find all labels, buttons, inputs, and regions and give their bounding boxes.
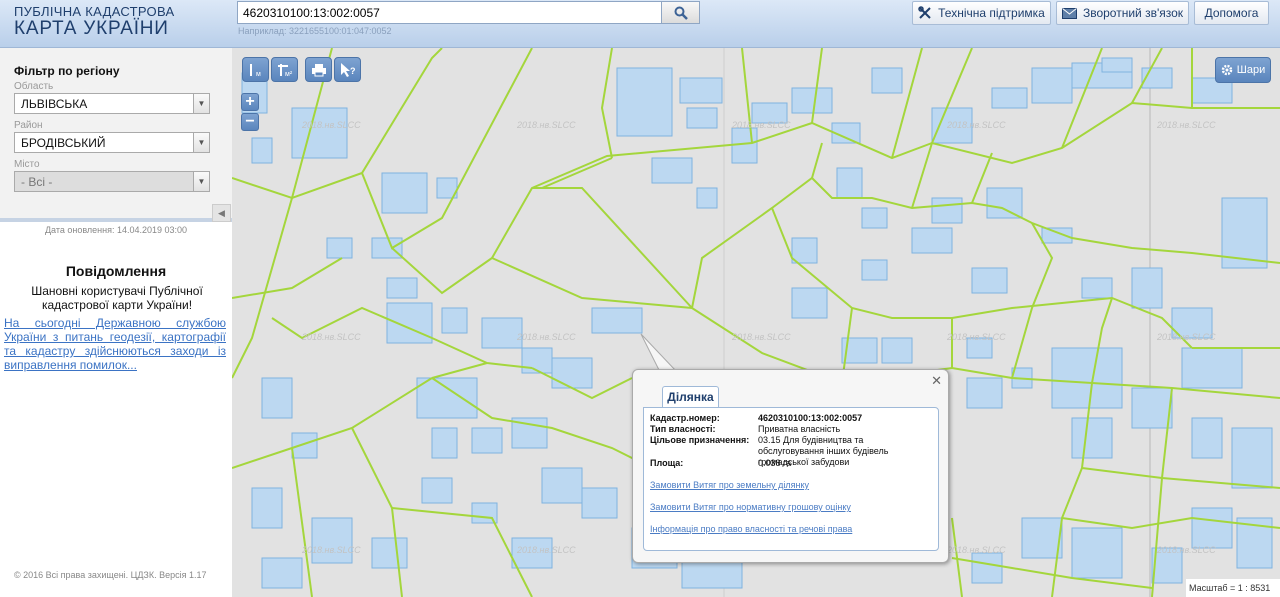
close-icon[interactable]: ✕ bbox=[931, 373, 942, 389]
ownership-rights-info-link[interactable]: Інформація про право власності та речові… bbox=[650, 524, 852, 534]
watermark-text: 2018.нв.SLCC bbox=[946, 545, 1006, 555]
ownership-value: Приватна власність bbox=[758, 424, 841, 434]
cadastral-value: 4620310100:13:002:0057 bbox=[758, 413, 863, 423]
watermark-text: 2018.нв.SLCC bbox=[731, 120, 791, 130]
tech-support-label: Технічна підтримка bbox=[938, 6, 1045, 20]
rayon-value: БРОДІВСЬКИЙ bbox=[21, 136, 106, 150]
cursor-question-icon: ? bbox=[340, 62, 356, 77]
filter-title: Фільтр по регіону bbox=[14, 64, 120, 78]
identify-button[interactable]: ? bbox=[334, 57, 361, 82]
parcel-info-content: Кадастр.номер: 4620310100:13:002:0057 Ти… bbox=[643, 407, 939, 551]
watermark-text: 2018.нв.SLCC bbox=[946, 332, 1006, 342]
sidebar: Фільтр по регіону Область ЛЬВІВСЬКА ▼ Ра… bbox=[0, 48, 232, 597]
svg-text:?: ? bbox=[350, 66, 356, 76]
watermark-text: 2018.нв.SLCC bbox=[1156, 120, 1216, 130]
chevron-down-icon: ▼ bbox=[193, 133, 209, 152]
gear-icon bbox=[1221, 64, 1233, 76]
tab-parcel[interactable]: Ділянка bbox=[662, 386, 719, 407]
oblast-label: Область bbox=[14, 81, 54, 92]
feedback-button[interactable]: Зворотний зв'язок bbox=[1056, 1, 1189, 25]
printer-icon bbox=[311, 63, 326, 76]
layers-label: Шари bbox=[1236, 64, 1266, 76]
order-parcel-extract-link[interactable]: Замовити Витяг про земельну ділянку bbox=[650, 480, 809, 490]
order-valuation-extract-link[interactable]: Замовити Витяг про нормативну грошову оц… bbox=[650, 502, 851, 512]
watermark-text: 2018.нв.SLCC bbox=[301, 545, 361, 555]
print-button[interactable] bbox=[305, 57, 332, 82]
ruler-icon: м bbox=[249, 63, 261, 78]
help-button[interactable]: Допомога bbox=[1194, 1, 1269, 25]
watermark-text: 2018.нв.SLCC bbox=[1156, 332, 1216, 342]
logo-line-2: КАРТА УКРАЇНИ bbox=[14, 18, 169, 39]
update-date: Дата оновлення: 14.04.2019 03:00 bbox=[44, 225, 188, 235]
svg-text:м: м bbox=[256, 71, 261, 78]
message-title: Повідомлення bbox=[65, 263, 167, 279]
area-ruler-icon: м² bbox=[277, 63, 293, 78]
chevron-down-icon: ▼ bbox=[193, 172, 209, 191]
zoom-in-button[interactable]: + bbox=[241, 93, 259, 111]
envelope-icon bbox=[1061, 7, 1077, 19]
watermark-text: 2018.нв.SLCC bbox=[301, 332, 361, 342]
logo-line-1: ПУБЛІЧНА КАДАСТРОВА bbox=[14, 4, 175, 19]
city-value: - Всі - bbox=[21, 175, 53, 189]
help-label: Допомога bbox=[1204, 6, 1259, 20]
search-button[interactable] bbox=[661, 1, 700, 24]
zoom-out-button[interactable]: − bbox=[241, 113, 259, 131]
message-link[interactable]: На сьогодні Державною службою України з … bbox=[4, 316, 226, 372]
rayon-label: Район bbox=[14, 120, 43, 131]
map-scale: Масштаб = 1 : 8531 bbox=[1186, 579, 1280, 597]
header: ПУБЛІЧНА КАДАСТРОВА КАРТА УКРАЇНИ Наприк… bbox=[0, 0, 1280, 48]
watermark-text: 2018.нв.SLCC bbox=[1156, 545, 1216, 555]
logo[interactable]: ПУБЛІЧНА КАДАСТРОВА КАРТА УКРАЇНИ bbox=[14, 4, 174, 40]
watermark-text: 2018.нв.SLCC bbox=[516, 120, 576, 130]
watermark-text: 2018.нв.SLCC bbox=[516, 332, 576, 342]
oblast-value: ЛЬВІВСЬКА bbox=[21, 97, 88, 111]
copyright: © 2016 Всі права захищені. ЦДЗК. Версія … bbox=[14, 570, 207, 580]
layers-button[interactable]: Шари bbox=[1215, 57, 1271, 83]
tech-support-button[interactable]: Технічна підтримка bbox=[912, 1, 1051, 25]
oblast-select[interactable]: ЛЬВІВСЬКА ▼ bbox=[14, 93, 210, 114]
area-label: Площа: bbox=[650, 458, 684, 468]
watermark-text: 2018.нв.SLCC bbox=[946, 120, 1006, 130]
cadastral-search-input[interactable] bbox=[237, 1, 662, 24]
collapse-sidebar-button[interactable]: ◀ bbox=[212, 204, 231, 222]
rayon-select[interactable]: БРОДІВСЬКИЙ ▼ bbox=[14, 132, 210, 153]
purpose-label: Цільове призначення: bbox=[650, 435, 750, 445]
city-label: Місто bbox=[14, 159, 40, 170]
search-hint: Наприклад: 3221655100:01:047:0052 bbox=[238, 26, 392, 36]
ownership-label: Тип власності: bbox=[650, 424, 716, 434]
measure-area-button[interactable]: м² bbox=[271, 57, 298, 82]
map-view[interactable]: 2018.нв.SLCC 2018.нв.SLCC 2018.нв.SLCC 2… bbox=[232, 48, 1280, 597]
chevron-down-icon: ▼ bbox=[193, 94, 209, 113]
region-filter-panel: Фільтр по регіону Область ЛЬВІВСЬКА ▼ Ра… bbox=[0, 48, 232, 222]
feedback-label: Зворотний зв'язок bbox=[1082, 6, 1184, 20]
minus-icon: − bbox=[245, 113, 255, 130]
chevron-left-icon: ◀ bbox=[218, 207, 225, 218]
watermark-text: 2018.нв.SLCC bbox=[516, 545, 576, 555]
measure-distance-button[interactable]: м bbox=[242, 57, 269, 82]
search-icon bbox=[674, 6, 688, 20]
watermark-text: 2018.нв.SLCC bbox=[731, 332, 791, 342]
message-body: Шановні користувачі Публічної кадастрово… bbox=[31, 284, 203, 312]
city-select[interactable]: - Всі - ▼ bbox=[14, 171, 210, 192]
watermark-text: 2018.нв.SLCC bbox=[301, 120, 361, 130]
cadastral-label: Кадастр.номер: bbox=[650, 413, 720, 423]
area-value: 0.038 га bbox=[758, 458, 792, 468]
tools-icon bbox=[918, 6, 931, 19]
plus-icon: + bbox=[245, 93, 255, 110]
svg-text:м²: м² bbox=[285, 71, 293, 78]
parcel-info-popup: ✕ Ділянка Кадастр.номер: 4620310100:13:0… bbox=[632, 369, 949, 563]
